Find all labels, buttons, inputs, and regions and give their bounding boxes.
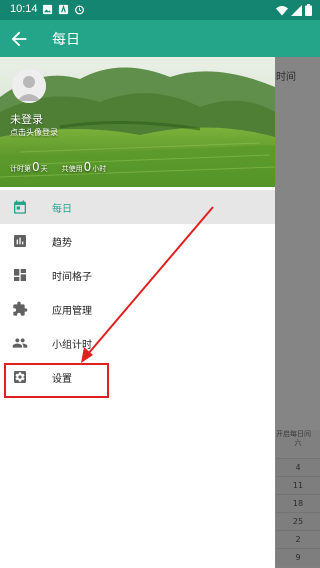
- group-icon: [12, 338, 28, 348]
- signal-icon: [291, 4, 302, 16]
- alarm-icon: [75, 5, 84, 15]
- puzzle-icon: [13, 301, 28, 316]
- timed-label: 计时第: [10, 165, 31, 173]
- menu-item-app-management[interactable]: 应用管理: [0, 292, 275, 326]
- menu-item-group-timer[interactable]: 小组计时: [0, 326, 275, 360]
- menu-label: 每日: [52, 203, 72, 215]
- drawer-menu: 每日 趋势 时间格子 应用管理 小组计时 设置: [0, 190, 275, 394]
- login-hint: 点击头像登录: [10, 128, 58, 137]
- used-hours-value: 0: [83, 160, 92, 174]
- default-avatar-icon: [12, 69, 46, 103]
- menu-item-daily[interactable]: 每日: [0, 190, 275, 224]
- menu-label: 设置: [52, 373, 72, 385]
- wifi-icon: [276, 5, 288, 15]
- timed-days-value: 0: [32, 160, 40, 174]
- used-label: 共使用: [61, 165, 83, 173]
- user-name: 未登录: [10, 113, 43, 126]
- image-icon: [42, 4, 53, 15]
- menu-label: 趋势: [52, 237, 72, 249]
- menu-label: 应用管理: [52, 305, 92, 317]
- page-title: 每日: [52, 32, 80, 48]
- a-badge-icon: [58, 4, 69, 15]
- menu-item-time-grid[interactable]: 时间格子: [0, 258, 275, 292]
- battery-icon: [305, 4, 312, 16]
- dashboard-grid-icon: [14, 269, 26, 281]
- arrow-left-icon[interactable]: [8, 28, 30, 50]
- app-bar: 每日: [0, 20, 320, 57]
- status-time: 10:14: [10, 3, 38, 15]
- navigation-drawer: 未登录 点击头像登录 计时第 0 天 共使用 0 小时 每日 趋势 时间格子 应…: [0, 57, 275, 568]
- timed-unit: 天: [40, 165, 48, 173]
- menu-label: 时间格子: [52, 271, 92, 283]
- menu-item-settings[interactable]: 设置: [0, 360, 275, 394]
- menu-label: 小组计时: [52, 339, 92, 351]
- settings-icon: [14, 371, 26, 383]
- drawer-header: 未登录 点击头像登录 计时第 0 天 共使用 0 小时: [0, 57, 275, 187]
- bar-chart-icon: [14, 235, 26, 247]
- avatar[interactable]: [12, 69, 46, 103]
- used-unit: 小时: [92, 165, 107, 173]
- usage-stats: 计时第 0 天 共使用 0 小时: [10, 160, 106, 174]
- status-bar: 10:14: [0, 0, 320, 20]
- menu-item-trend[interactable]: 趋势: [0, 224, 275, 258]
- calendar-icon: [14, 200, 26, 214]
